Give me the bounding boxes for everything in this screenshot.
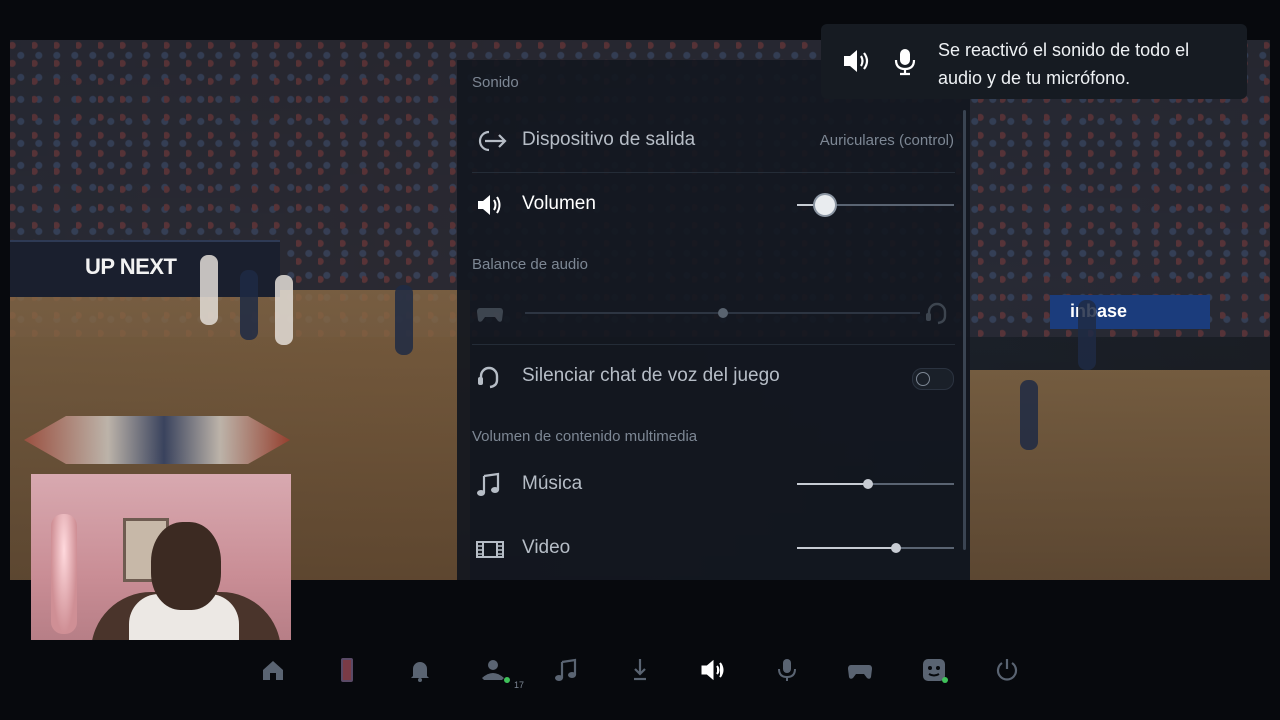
section-balance-label: Balance de audio [472,256,588,273]
output-device-value: Auriculares (control) [819,132,954,149]
music-row[interactable]: Música [457,454,970,516]
gamepad-icon [475,300,505,326]
divider [472,172,955,173]
section-sound-label: Sonido [472,74,519,91]
referee [1078,300,1096,370]
volume-slider[interactable] [797,195,954,215]
film-icon [475,536,505,562]
mute-game-chat-label: Silenciar chat de voz del juego [522,365,780,386]
music-icon[interactable] [552,656,580,684]
online-status-dot [504,677,510,683]
mute-game-chat-row[interactable]: Silenciar chat de voz del juego [457,346,970,408]
player [240,270,258,340]
speaker-icon [475,192,505,218]
downloads-icon[interactable] [626,656,654,684]
notifications-icon[interactable] [406,656,434,684]
output-device-label: Dispositivo de salida [522,129,696,150]
mute-game-chat-toggle[interactable] [912,368,954,390]
music-note-icon [475,472,505,498]
power-icon[interactable] [993,656,1021,684]
volume-label: Volumen [522,193,596,214]
account-online-dot [942,677,948,683]
audio-balance-slider[interactable] [525,308,920,318]
speaker-icon [841,46,875,76]
court-right [970,370,1270,580]
player [1020,380,1038,450]
accessories-icon[interactable] [846,656,874,684]
unmute-toast: Se reactivó el sonido de todo el audio y… [821,24,1247,99]
section-media-label: Volumen de contenido multimedia [472,428,698,445]
volume-slider-knob[interactable] [815,195,836,215]
balance-row[interactable] [457,282,970,344]
volume-row[interactable]: Volumen [457,174,970,236]
game-base-icon[interactable] [479,656,507,684]
player [200,255,218,325]
microphone-icon [891,46,925,76]
ad-board-text: UP NEXT [85,254,177,279]
player [275,275,293,345]
webcam-overlay [31,474,291,646]
music-volume-slider[interactable] [797,479,954,489]
home-icon[interactable] [259,656,287,684]
nba-icon[interactable] [333,656,361,684]
mic-icon[interactable] [773,656,801,684]
brand-banner: inbase [1050,295,1210,329]
music-slider-knob[interactable] [862,479,873,489]
music-label: Música [522,473,583,494]
toast-message: Se reactivó el sonido de todo el audio y… [938,40,1190,88]
output-device-row[interactable]: Dispositivo de salida Auriculares (contr… [457,110,970,172]
lamp [51,514,77,634]
video-slider-knob[interactable] [890,543,901,553]
headset-icon [475,364,505,390]
audio-balance-knob[interactable] [717,308,728,318]
divider [472,344,955,345]
headset-icon [923,300,953,326]
video-slider-fill [797,547,896,549]
player [395,285,413,355]
output-arrow-icon [475,128,507,154]
sound-icon[interactable] [699,656,727,684]
control-center-bar: 17 [0,640,1280,720]
video-volume-slider[interactable] [797,543,954,553]
video-row[interactable]: Video [457,518,970,580]
video-label: Video [522,537,571,558]
streamer-head [151,522,221,610]
game-base-count: 17 [514,680,525,690]
sound-panel: Sonido Dispositivo de salida Auriculares… [457,60,970,580]
music-slider-fill [797,483,868,485]
toggle-knob [916,372,930,386]
